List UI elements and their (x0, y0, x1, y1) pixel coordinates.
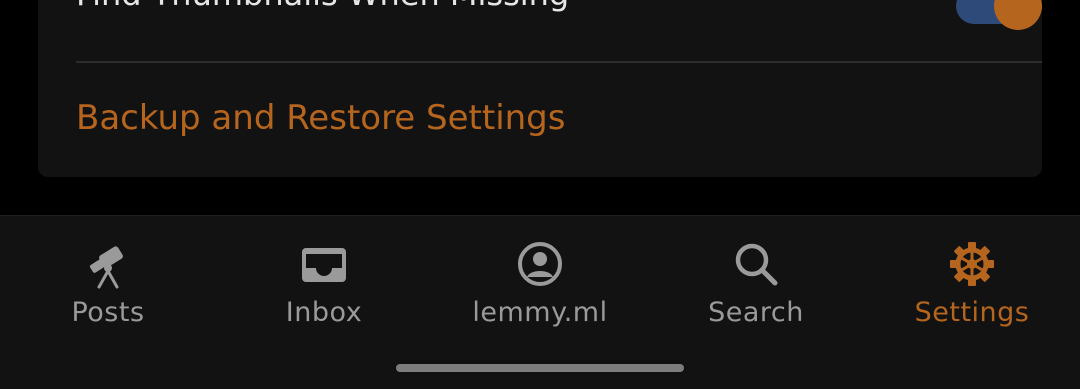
nav-label-inbox: Inbox (285, 297, 363, 328)
search-icon (730, 238, 782, 290)
nav-label-posts: Posts (71, 297, 145, 328)
find-thumbnails-label: Find Thumbnails When Missing (76, 0, 569, 14)
gear-icon (946, 238, 998, 290)
inbox-icon (298, 238, 350, 290)
nav-item-posts[interactable]: Posts (18, 238, 198, 338)
toggle-thumb (994, 0, 1042, 30)
nav-item-account[interactable]: lemmy.ml (450, 238, 630, 338)
home-indicator[interactable] (396, 364, 684, 372)
nav-item-inbox[interactable]: Inbox (234, 238, 414, 338)
settings-divider (76, 61, 1042, 63)
nav-item-search[interactable]: Search (666, 238, 846, 338)
find-thumbnails-toggle[interactable] (956, 0, 1042, 30)
nav-label-search: Search (708, 297, 804, 328)
find-thumbnails-setting-row[interactable]: Find Thumbnails When Missing (38, 0, 1042, 60)
account-circle-icon (514, 238, 566, 290)
bottom-navigation-bar: Posts Inbox lemmy.ml Search Settings (0, 215, 1080, 389)
settings-screen: Find Thumbnails When Missing Backup and … (0, 0, 1080, 389)
nav-label-account: lemmy.ml (472, 297, 608, 328)
backup-restore-settings-link[interactable]: Backup and Restore Settings (76, 96, 565, 140)
nav-label-settings: Settings (914, 297, 1030, 328)
nav-item-settings[interactable]: Settings (882, 238, 1062, 338)
telescope-icon (82, 238, 134, 290)
